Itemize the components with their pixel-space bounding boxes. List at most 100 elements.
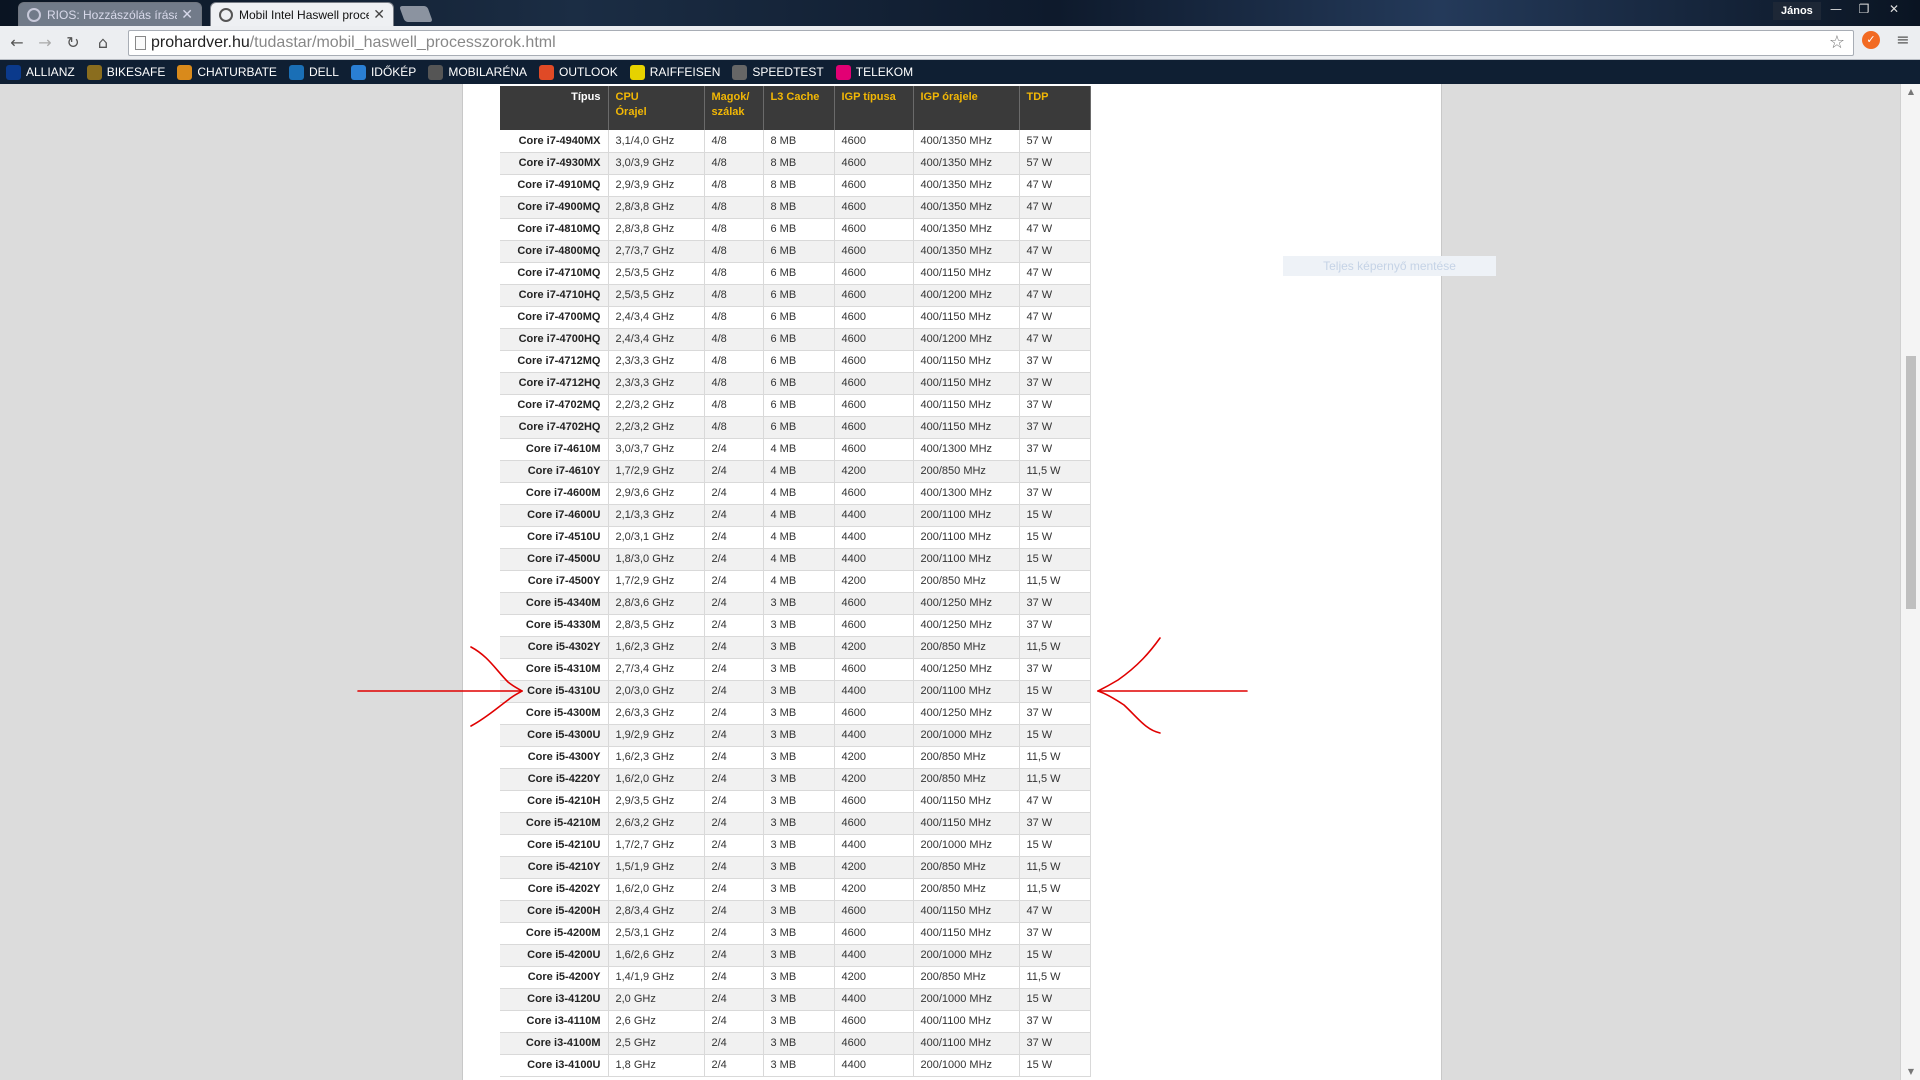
table-row: Core i7-4712HQ 2,3/3,3 GHz 4/8 6 MB 4600 400/…	[500, 372, 1091, 395]
header-cores-threads: Magok/szálak	[704, 86, 764, 130]
cell-cpu-clock: 2,7/3,7 GHz	[608, 240, 705, 263]
cell-type: Core i3-4120U	[500, 988, 609, 1011]
cell-igp-type: 4400	[834, 680, 914, 703]
bookmark-allianz[interactable]: ALLIANZ	[6, 64, 75, 80]
cell-cpu-clock: 1,7/2,9 GHz	[608, 460, 705, 483]
bookmark-bikesafe[interactable]: BIKESAFE	[86, 64, 165, 80]
bookmark-label: OUTLOOK	[559, 65, 618, 79]
cell-cores: 2/4	[704, 856, 764, 879]
cell-type: Core i5-4300U	[500, 724, 609, 747]
cell-cores: 2/4	[704, 724, 764, 747]
cell-tdp: 37 W	[1019, 658, 1091, 681]
cell-tdp: 47 W	[1019, 790, 1091, 813]
cell-type: Core i7-4940MX	[500, 130, 609, 153]
cell-l3: 8 MB	[763, 174, 835, 197]
cell-l3: 4 MB	[763, 504, 835, 527]
cell-tdp: 47 W	[1019, 174, 1091, 197]
bookmark-telekom[interactable]: TELEKOM	[835, 64, 913, 80]
cell-l3: 6 MB	[763, 306, 835, 329]
cell-igp-clock: 200/1000 MHz	[913, 988, 1020, 1011]
cell-igp-type: 4600	[834, 130, 914, 153]
cell-cores: 2/4	[704, 460, 764, 483]
header-type: Típus	[500, 86, 609, 130]
cell-cpu-clock: 1,6/2,3 GHz	[608, 746, 705, 769]
table-row: Core i7-4510U 2,0/3,1 GHz 2/4 4 MB 4400 200/1…	[500, 526, 1091, 549]
cell-cpu-clock: 2,5/3,5 GHz	[608, 262, 705, 285]
cell-tdp: 47 W	[1019, 218, 1091, 241]
cell-type: Core i5-4220Y	[500, 768, 609, 791]
cell-igp-type: 4400	[834, 988, 914, 1011]
cell-cores: 2/4	[704, 878, 764, 901]
cell-type: Core i3-4110M	[500, 1010, 609, 1033]
cell-cpu-clock: 2,9/3,9 GHz	[608, 174, 705, 197]
profile-name[interactable]: János	[1773, 2, 1821, 20]
cell-cores: 4/8	[704, 218, 764, 241]
cell-cores: 4/8	[704, 394, 764, 417]
cell-igp-clock: 200/850 MHz	[913, 636, 1020, 659]
cell-igp-clock: 200/1100 MHz	[913, 526, 1020, 549]
cell-igp-clock: 400/1350 MHz	[913, 152, 1020, 175]
reload-icon[interactable]: ↻	[62, 32, 84, 54]
cell-type: Core i7-4712HQ	[500, 372, 609, 395]
cell-igp-type: 4600	[834, 372, 914, 395]
table-row: Core i5-4310U 2,0/3,0 GHz 2/4 3 MB 4400 200/1…	[500, 680, 1091, 703]
cell-igp-clock: 400/1100 MHz	[913, 1010, 1020, 1033]
extension-icon[interactable]: ✓	[1862, 31, 1880, 49]
bookmark-dell[interactable]: DELL	[288, 64, 339, 80]
cell-l3: 6 MB	[763, 394, 835, 417]
table-row: Core i7-4700HQ 2,4/3,4 GHz 4/8 6 MB 4600 400/…	[500, 328, 1091, 351]
table-row: Core i5-4210H 2,9/3,5 GHz 2/4 3 MB 4600 400/1…	[500, 790, 1091, 813]
scroll-thumb[interactable]	[1906, 356, 1916, 609]
scroll-up-icon[interactable]: ▲	[1901, 84, 1920, 100]
cell-type: Core i5-4210U	[500, 834, 609, 857]
forward-arrow-icon[interactable]: →	[34, 32, 56, 54]
telekom-icon	[835, 64, 851, 80]
cell-cpu-clock: 2,4/3,4 GHz	[608, 306, 705, 329]
bookmark-outlook[interactable]: OUTLOOK	[539, 64, 618, 80]
close-tab-icon[interactable]: ✕	[373, 6, 385, 23]
close-tab-icon[interactable]: ✕	[181, 6, 193, 23]
cell-igp-clock: 400/1250 MHz	[913, 592, 1020, 615]
cell-type: Core i5-4302Y	[500, 636, 609, 659]
tab-rios[interactable]: RIOS: Hozzászólás írása - ✕	[18, 2, 202, 26]
close-window-button[interactable]: ✕	[1880, 0, 1908, 18]
cell-l3: 3 MB	[763, 966, 835, 989]
bookmark-star-icon[interactable]: ☆	[1829, 32, 1845, 53]
scroll-down-icon[interactable]: ▼	[1901, 1064, 1920, 1080]
cell-cores: 4/8	[704, 328, 764, 351]
cell-cores: 2/4	[704, 900, 764, 923]
table-row: Core i7-4800MQ 2,7/3,7 GHz 4/8 6 MB 4600 400/…	[500, 240, 1091, 263]
cell-cpu-clock: 2,8/3,4 GHz	[608, 900, 705, 923]
cell-igp-clock: 200/1000 MHz	[913, 724, 1020, 747]
address-bar[interactable]: prohardver.hu/tudastar/mobil_haswell_pro…	[128, 30, 1854, 56]
cell-cores: 4/8	[704, 262, 764, 285]
cell-cores: 4/8	[704, 240, 764, 263]
cell-igp-type: 4600	[834, 306, 914, 329]
idokep-icon	[350, 64, 366, 80]
url-text[interactable]: prohardver.hu/tudastar/mobil_haswell_pro…	[151, 34, 556, 52]
cell-tdp: 37 W	[1019, 438, 1091, 461]
bookmark-raiffeisen[interactable]: RAIFFEISEN	[629, 64, 720, 80]
speedtest-icon	[732, 64, 748, 80]
cell-tdp: 37 W	[1019, 372, 1091, 395]
back-arrow-icon[interactable]: ←	[6, 32, 28, 54]
bookmark-chaturbate[interactable]: CHATURBATE	[177, 64, 277, 80]
cell-igp-type: 4600	[834, 174, 914, 197]
bookmark-mobilar-na[interactable]: MOBILARÉNA	[428, 64, 527, 80]
table-row: Core i5-4310M 2,7/3,4 GHz 2/4 3 MB 4600 400/1…	[500, 658, 1091, 681]
cell-type: Core i5-4200U	[500, 944, 609, 967]
cell-igp-clock: 400/1150 MHz	[913, 812, 1020, 835]
bookmark-speedtest[interactable]: SPEEDTEST	[732, 64, 824, 80]
cell-cpu-clock: 3,0/3,9 GHz	[608, 152, 705, 175]
bookmark-id-k-p[interactable]: IDŐKÉP	[350, 64, 416, 80]
restore-button[interactable]: ❐	[1850, 0, 1878, 18]
tab-haswell[interactable]: Mobil Intel Haswell proce ✕	[210, 2, 394, 26]
new-tab-button[interactable]	[399, 6, 433, 22]
minimize-button[interactable]: —	[1822, 0, 1850, 18]
menu-icon[interactable]: ≡	[1894, 30, 1912, 50]
cell-igp-type: 4200	[834, 966, 914, 989]
home-icon[interactable]: ⌂	[92, 32, 114, 54]
vertical-scrollbar[interactable]: ▲ ▼	[1900, 84, 1920, 1080]
cell-tdp: 47 W	[1019, 900, 1091, 923]
cell-igp-clock: 200/850 MHz	[913, 746, 1020, 769]
